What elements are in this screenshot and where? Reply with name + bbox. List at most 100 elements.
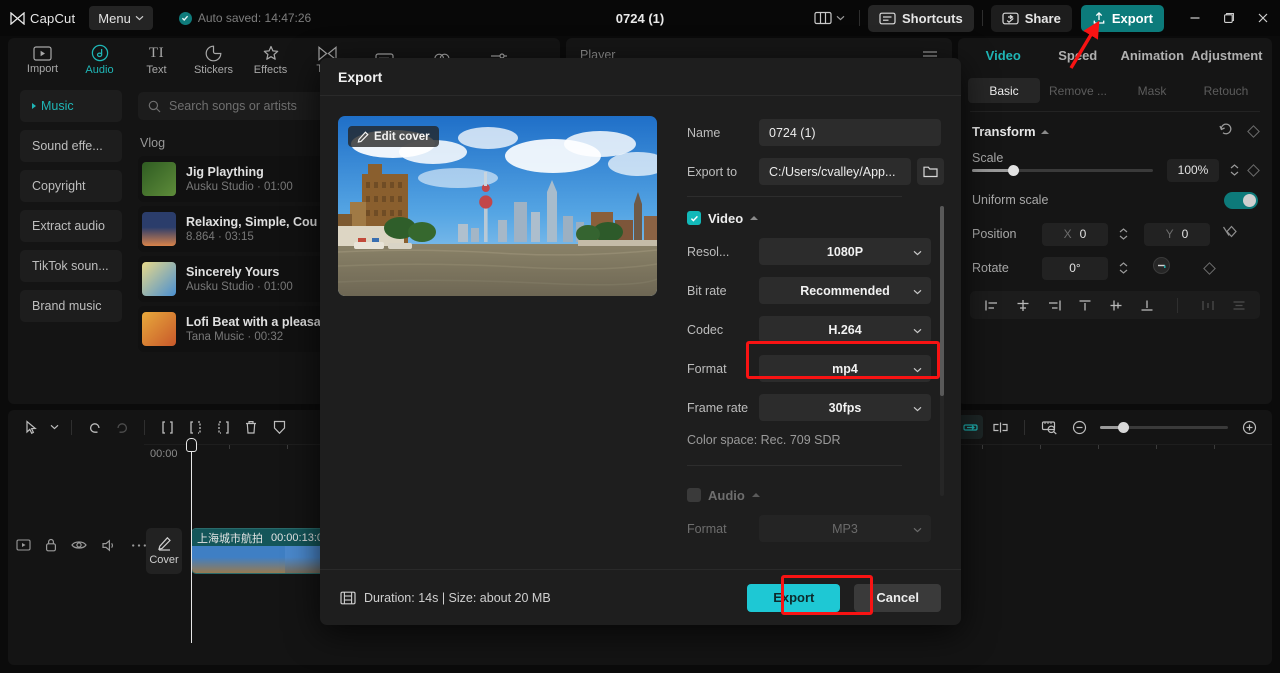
minimize-button[interactable]	[1178, 0, 1212, 36]
capcut-window: CapCut Menu Auto saved: 14:47:26 0724 (1…	[0, 0, 1280, 673]
cursor-dropdown-icon[interactable]	[46, 415, 62, 439]
keyframe-icon[interactable]	[1247, 125, 1260, 138]
more-icon[interactable]	[131, 543, 147, 548]
form-scrollbar-thumb[interactable]	[940, 206, 944, 396]
split-left-icon[interactable]	[182, 415, 208, 439]
position-x-stepper[interactable]	[1116, 228, 1130, 240]
shortcuts-button[interactable]: Shortcuts	[868, 4, 974, 32]
sidebar-item-sound-effects[interactable]: Sound effe...	[20, 130, 122, 162]
volume-icon[interactable]	[101, 539, 117, 552]
rotate-input[interactable]: 0°	[1042, 256, 1108, 280]
mask-icon[interactable]	[266, 415, 292, 439]
rotate-stepper[interactable]	[1116, 262, 1130, 274]
edit-cover-button[interactable]: Edit cover	[348, 126, 439, 147]
redo-icon[interactable]	[109, 415, 135, 439]
distribute-horizontal-icon[interactable]	[1200, 299, 1216, 312]
tool-tab-stickers[interactable]: Stickers	[185, 39, 242, 81]
audio-checkbox[interactable]	[687, 488, 701, 502]
resolution-dropdown[interactable]: 1080P	[759, 238, 931, 265]
codec-value: H.264	[828, 322, 862, 337]
delete-icon[interactable]	[238, 415, 264, 439]
playhead-handle[interactable]	[186, 438, 197, 452]
mirror-icon[interactable]	[987, 415, 1013, 439]
caret-up-icon[interactable]	[750, 216, 759, 220]
dialog-cancel-button[interactable]: Cancel	[854, 583, 941, 612]
name-input[interactable]: 0724 (1)	[759, 119, 941, 146]
align-left-icon[interactable]	[984, 299, 1000, 312]
browse-folder-button[interactable]	[917, 158, 944, 185]
sidebar-item-copyright[interactable]: Copyright	[20, 170, 122, 202]
lock-icon[interactable]	[45, 538, 57, 552]
zoom-in-icon[interactable]	[1236, 415, 1262, 439]
align-top-icon[interactable]	[1077, 299, 1093, 312]
sidebar-item-tiktok-sounds[interactable]: TikTok soun...	[20, 250, 122, 282]
scale-value-input[interactable]: 100%	[1167, 158, 1219, 182]
sidebar-item-brand-music[interactable]: Brand music	[20, 290, 122, 322]
align-center-vertical-icon[interactable]	[1108, 299, 1124, 312]
subtab-retouch[interactable]: Retouch	[1190, 78, 1262, 103]
uniform-scale-toggle[interactable]	[1224, 191, 1258, 209]
y-axis-label: Y	[1165, 227, 1174, 241]
caret-up-icon[interactable]	[751, 493, 760, 497]
position-keyframe-icon[interactable]	[1222, 225, 1241, 243]
keyframe-icon[interactable]	[1247, 163, 1260, 177]
export-path-input[interactable]: C:/Users/cvalley/App...	[759, 158, 911, 185]
maximize-button[interactable]	[1212, 0, 1246, 36]
format-dropdown[interactable]: mp4	[759, 355, 931, 382]
distribute-vertical-icon[interactable]	[1231, 299, 1247, 312]
share-button[interactable]: Share	[990, 4, 1072, 32]
tab-adjustment[interactable]: Adjustment	[1190, 48, 1265, 63]
scale-slider[interactable]	[972, 164, 1153, 176]
split-right-icon[interactable]	[210, 415, 236, 439]
tool-tab-audio[interactable]: Audio	[71, 39, 128, 81]
tool-tab-import[interactable]: Import	[14, 39, 71, 81]
subtab-remove-bg[interactable]: Remove ...	[1042, 78, 1114, 103]
menu-button[interactable]: Menu	[89, 6, 153, 30]
video-track-icon[interactable]	[16, 539, 31, 551]
close-button[interactable]	[1246, 0, 1280, 36]
subtab-basic[interactable]: Basic	[968, 78, 1040, 103]
codec-dropdown[interactable]: H.264	[759, 316, 931, 343]
undo-icon[interactable]	[81, 415, 107, 439]
titlebar-export-button[interactable]: Export	[1080, 4, 1164, 32]
song-thumbnail	[142, 262, 176, 296]
framerate-dropdown[interactable]: 30fps	[759, 394, 931, 421]
position-x-input[interactable]: X 0	[1042, 222, 1108, 246]
tool-tab-effects[interactable]: Effects	[242, 39, 299, 81]
cover-button[interactable]: Cover	[146, 528, 182, 574]
dialog-export-button[interactable]: Export	[747, 583, 841, 612]
adapt-view-icon[interactable]	[1036, 415, 1062, 439]
cover-preview[interactable]: Edit cover	[338, 116, 657, 296]
video-checkbox[interactable]	[687, 211, 701, 225]
song-info: Sincerely Yours Ausku Studio · 01:00	[186, 265, 293, 293]
reset-icon[interactable]	[1219, 122, 1233, 141]
eye-icon[interactable]	[71, 539, 87, 551]
align-center-horizontal-icon[interactable]	[1015, 299, 1031, 312]
subtab-mask[interactable]: Mask	[1116, 78, 1188, 103]
align-right-icon[interactable]	[1046, 299, 1062, 312]
codec-label: Codec	[687, 322, 724, 337]
position-x-value: 0	[1079, 227, 1087, 241]
audio-format-dropdown[interactable]: MP3	[759, 515, 931, 542]
playhead[interactable]	[186, 438, 197, 643]
tool-tab-text[interactable]: TI Text	[128, 39, 185, 81]
duration-label: Duration: 14s | Size: about 20 MB	[364, 590, 551, 605]
zoom-slider[interactable]	[1100, 421, 1228, 433]
split-icon[interactable]	[154, 415, 180, 439]
zoom-out-icon[interactable]	[1066, 415, 1092, 439]
tab-video[interactable]: Video	[966, 48, 1041, 63]
caret-up-icon[interactable]	[1040, 129, 1049, 134]
layout-switch-button[interactable]	[808, 5, 851, 31]
position-y-input[interactable]: Y 0	[1144, 222, 1210, 246]
select-cursor-icon[interactable]	[18, 415, 44, 439]
sidebar-item-music[interactable]: Music	[20, 90, 122, 122]
align-bottom-icon[interactable]	[1139, 299, 1155, 312]
keyframe-icon[interactable]	[1203, 261, 1216, 275]
scale-stepper[interactable]	[1227, 164, 1241, 176]
bitrate-dropdown[interactable]: Recommended	[759, 277, 931, 304]
tab-speed[interactable]: Speed	[1041, 48, 1116, 63]
sidebar-item-extract-audio[interactable]: Extract audio	[20, 210, 122, 242]
uniform-scale-label: Uniform scale	[972, 193, 1049, 207]
rotate-dial-icon[interactable]	[1152, 256, 1171, 280]
tab-animation[interactable]: Animation	[1115, 48, 1190, 63]
